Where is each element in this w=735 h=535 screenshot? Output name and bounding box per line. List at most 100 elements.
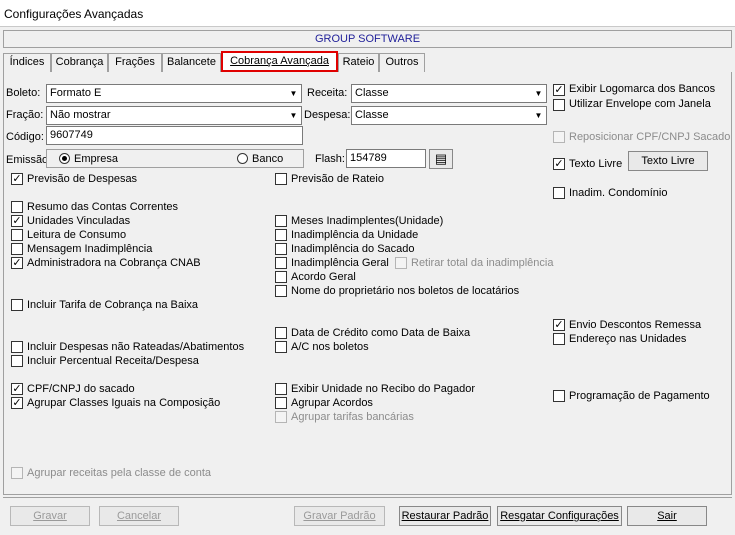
inadim-condominio-label: Inadim. Condomínio — [569, 187, 668, 199]
boleto-select[interactable]: Formato E ▼ — [46, 84, 302, 103]
gravar-button[interactable]: Gravar — [10, 506, 90, 526]
previsao-rateio-label: Previsão de Rateio — [291, 173, 384, 185]
cancelar-button[interactable]: Cancelar — [99, 506, 179, 526]
image-edit-icon: ▤ — [434, 151, 448, 166]
restaurar-padrao-button[interactable]: Restaurar Padrão — [399, 506, 491, 526]
incluir-despesas-checkbox[interactable] — [11, 341, 23, 353]
unidades-vinculadas-label: Unidades Vinculadas — [27, 215, 131, 227]
previsao-despesas-checkbox[interactable]: ✓ — [11, 173, 23, 185]
utilizar-envelope-label: Utilizar Envelope com Janela — [569, 98, 711, 110]
receita-label: Receita: — [307, 87, 348, 99]
previsao-rateio-checkbox[interactable] — [275, 173, 287, 185]
inadimplencia-sacado-checkbox[interactable] — [275, 243, 287, 255]
retirar-total-checkbox[interactable] — [395, 257, 407, 269]
ac-boletos-checkbox[interactable] — [275, 341, 287, 353]
chevron-down-icon: ▼ — [534, 89, 543, 98]
programacao-pagamento-checkbox[interactable] — [553, 390, 565, 402]
incluir-percentual-checkbox[interactable] — [11, 355, 23, 367]
reposicionar-cpf-checkbox[interactable] — [553, 131, 565, 143]
flash-edit-button[interactable]: ▤ — [429, 149, 453, 169]
mensagem-inadimplencia-label: Mensagem Inadimplência — [27, 243, 153, 255]
chevron-down-icon: ▼ — [289, 111, 298, 120]
agrupar-receitas-checkbox[interactable] — [11, 467, 23, 479]
tab-balancete[interactable]: Balancete — [162, 53, 221, 72]
agrupar-tarifas-label: Agrupar tarifas bancárias — [291, 411, 414, 423]
incluir-tarifa-checkbox[interactable] — [11, 299, 23, 311]
cpf-cnpj-sacado-label: CPF/CNPJ do sacado — [27, 383, 135, 395]
endereco-unidades-checkbox[interactable] — [553, 333, 565, 345]
incluir-percentual-label: Incluir Percentual Receita/Despesa — [27, 355, 199, 367]
tab-fracoes[interactable]: Frações — [108, 53, 162, 72]
empresa-radio[interactable] — [59, 153, 70, 164]
unidades-vinculadas-checkbox[interactable]: ✓ — [11, 215, 23, 227]
exibir-unidade-checkbox[interactable] — [275, 383, 287, 395]
tab-cobranca[interactable]: Cobrança — [51, 53, 108, 72]
texto-livre-button[interactable]: Texto Livre — [628, 151, 708, 171]
banco-label: Banco — [252, 153, 284, 165]
despesa-select[interactable]: Classe ▼ — [351, 106, 547, 125]
incluir-despesas-label: Incluir Despesas não Rateadas/Abatimento… — [27, 341, 245, 353]
nome-proprietario-checkbox[interactable] — [275, 285, 287, 297]
agrupar-receitas-label: Agrupar receitas pela classe de conta — [27, 467, 212, 479]
inadimplencia-geral-checkbox[interactable] — [275, 257, 287, 269]
administradora-cnab-checkbox[interactable]: ✓ — [11, 257, 23, 269]
fracao-select[interactable]: Não mostrar ▼ — [46, 106, 302, 125]
leitura-consumo-label: Leitura de Consumo — [27, 229, 127, 241]
leitura-consumo-checkbox[interactable] — [11, 229, 23, 241]
envio-descontos-label: Envio Descontos Remessa — [569, 319, 702, 331]
envio-descontos-checkbox[interactable]: ✓ — [553, 319, 565, 331]
inadimplencia-sacado-label: Inadimplência do Sacado — [291, 243, 415, 255]
emissao-label: Emissão: — [6, 154, 52, 166]
codigo-input[interactable]: 9607749 — [46, 126, 303, 145]
resumo-contas-checkbox[interactable] — [11, 201, 23, 213]
despesa-value: Classe — [355, 109, 389, 121]
boleto-value: Formato E — [50, 87, 102, 99]
flash-input[interactable]: 154789 — [346, 149, 426, 168]
meses-inadimplentes-checkbox[interactable] — [275, 215, 287, 227]
fracao-label: Fração: — [6, 109, 44, 121]
incluir-tarifa-label: Incluir Tarifa de Cobrança na Baixa — [27, 299, 199, 311]
texto-livre-checkbox[interactable]: ✓ — [553, 158, 565, 170]
tab-outros[interactable]: Outros — [379, 53, 425, 72]
radio-dot-icon — [62, 156, 67, 161]
inadimplencia-unidade-checkbox[interactable] — [275, 229, 287, 241]
inadimplencia-unidade-label: Inadimplência da Unidade — [291, 229, 419, 241]
gravar-padrao-button[interactable]: Gravar Padrão — [294, 506, 385, 526]
meses-inadimplentes-label: Meses Inadimplentes(Unidade) — [291, 215, 444, 227]
codigo-label: Código: — [6, 131, 44, 143]
utilizar-envelope-checkbox[interactable] — [553, 99, 565, 111]
receita-value: Classe — [355, 87, 389, 99]
acordo-geral-checkbox[interactable] — [275, 271, 287, 283]
data-credito-checkbox[interactable] — [275, 327, 287, 339]
agrupar-acordos-checkbox[interactable] — [275, 397, 287, 409]
agrupar-tarifas-checkbox[interactable] — [275, 411, 287, 423]
despesa-label: Despesa: — [304, 109, 351, 121]
reposicionar-cpf-label: Reposicionar CPF/CNPJ Sacado — [569, 131, 731, 143]
footer-separator — [3, 497, 732, 498]
company-banner: GROUP SOFTWARE — [3, 30, 732, 48]
agrupar-acordos-label: Agrupar Acordos — [291, 397, 373, 409]
tab-rateio[interactable]: Rateio — [338, 53, 379, 72]
empresa-label: Empresa — [74, 153, 119, 165]
chevron-down-icon: ▼ — [289, 89, 298, 98]
inadim-condominio-checkbox[interactable] — [553, 187, 565, 199]
mensagem-inadimplencia-checkbox[interactable] — [11, 243, 23, 255]
agrupar-classes-label: Agrupar Classes Iguais na Composição — [27, 397, 221, 409]
flash-label: Flash: — [315, 153, 345, 165]
acordo-geral-label: Acordo Geral — [291, 271, 356, 283]
banco-radio[interactable] — [237, 153, 248, 164]
agrupar-classes-checkbox[interactable]: ✓ — [11, 397, 23, 409]
programacao-pagamento-label: Programação de Pagamento — [569, 390, 710, 402]
tab-cobranca-avancada[interactable]: Cobrança Avançada — [221, 51, 338, 72]
window-title: Configurações Avançadas — [0, 0, 735, 27]
retirar-total-label: Retirar total da inadimplência — [411, 257, 554, 269]
cpf-cnpj-sacado-checkbox[interactable]: ✓ — [11, 383, 23, 395]
resgatar-configuracoes-button[interactable]: Resgatar Configurações — [497, 506, 622, 526]
data-credito-label: Data de Crédito como Data de Baixa — [291, 327, 471, 339]
sair-button[interactable]: Sair — [627, 506, 707, 526]
exibir-logomarca-checkbox[interactable]: ✓ — [553, 84, 565, 96]
receita-select[interactable]: Classe ▼ — [351, 84, 547, 103]
fracao-value: Não mostrar — [50, 109, 111, 121]
previsao-despesas-label: Previsão de Despesas — [27, 173, 138, 185]
tab-indices[interactable]: Índices — [3, 53, 51, 72]
